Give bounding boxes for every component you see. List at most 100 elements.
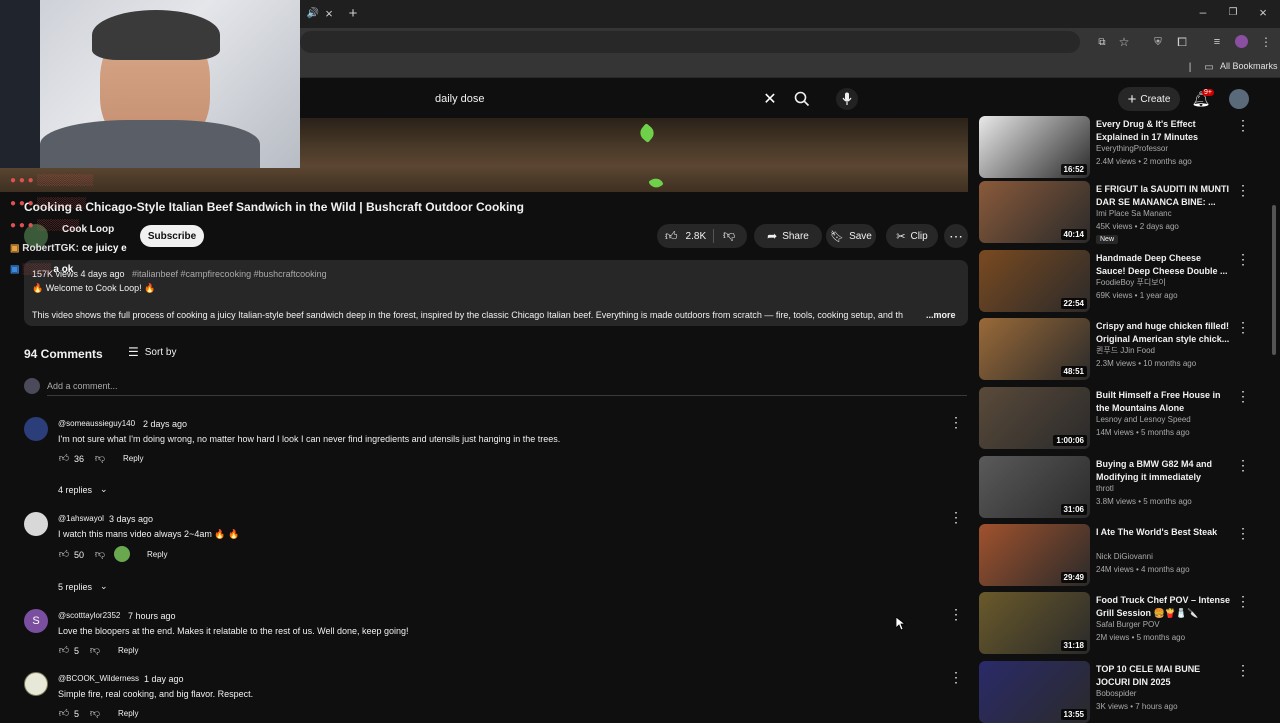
comment-time[interactable]: 7 hours ago [128, 611, 176, 621]
recommendation-thumbnail[interactable]: 22:54 [979, 250, 1090, 312]
comment-like-icon[interactable]: 👍︎ [58, 548, 70, 560]
view-replies-button[interactable]: 5 replies ⌄ [58, 581, 108, 592]
like-count[interactable]: 2.8K [686, 231, 707, 242]
comment-avatar[interactable] [24, 417, 48, 441]
all-bookmarks-label[interactable]: All Bookmarks [1220, 61, 1278, 71]
search-input[interactable]: daily dose [435, 93, 485, 105]
comment-author[interactable]: @1ahswayol [58, 514, 104, 523]
recommendation-title[interactable]: Buying a BMW G82 M4 and Modifying it imm… [1096, 458, 1231, 484]
recommendation-thumbnail[interactable]: 31:06 [979, 456, 1090, 518]
sidebar-scrollbar[interactable] [1272, 205, 1276, 355]
comment-avatar[interactable] [24, 672, 48, 696]
recommendation-menu-icon[interactable]: ⋮ [1236, 118, 1250, 132]
search-box[interactable]: daily dose [424, 87, 786, 111]
comment-reply-button[interactable]: Reply [118, 709, 138, 718]
minimize-icon[interactable]: – [1196, 4, 1210, 20]
more-actions-button[interactable]: ⋯ [944, 224, 968, 248]
profile-avatar[interactable] [1235, 35, 1248, 48]
bookmark-star-icon[interactable]: ☆ [1117, 34, 1131, 50]
comment-time[interactable]: 2 days ago [143, 419, 187, 429]
recommendation-menu-icon[interactable]: ⋮ [1236, 458, 1250, 472]
recommendation-channel[interactable]: Lesnoy and Lesnoy Speed [1096, 414, 1191, 426]
recommendation-title[interactable]: Every Drug & It's Effect Explained in 17… [1096, 118, 1231, 144]
comment-dislike-icon[interactable]: 👎︎ [89, 644, 101, 656]
comment-reply-button[interactable]: Reply [147, 550, 167, 559]
search-icon[interactable] [792, 89, 812, 109]
recommendation-thumbnail[interactable]: 16:52 [979, 116, 1090, 178]
recommendation-menu-icon[interactable]: ⋮ [1236, 389, 1250, 403]
recommendation-thumbnail[interactable]: 1:00:06 [979, 387, 1090, 449]
comment-avatar[interactable] [24, 512, 48, 536]
install-app-icon[interactable]: ⧉ [1095, 34, 1109, 50]
create-button[interactable]: + Create [1118, 87, 1180, 111]
extension-icon[interactable]: ⛨ [1151, 34, 1165, 50]
comment-time[interactable]: 3 days ago [109, 514, 153, 524]
description-box[interactable]: 157K views 4 days ago #italianbeef #camp… [24, 260, 968, 326]
comment-reply-button[interactable]: Reply [123, 454, 143, 463]
recommendation-title[interactable]: E FRIGUT la SAUDITI IN MUNTI DAR SE MANA… [1096, 183, 1231, 209]
sort-by-button[interactable]: ☰ Sort by [128, 345, 176, 359]
recommendation-title[interactable]: Food Truck Chef POV – Intense Grill Sess… [1096, 594, 1231, 620]
recommendation-menu-icon[interactable]: ⋮ [1236, 252, 1250, 266]
recommendation-channel[interactable]: Nick DiGiovanni [1096, 551, 1153, 563]
comment-menu-icon[interactable]: ⋮ [949, 607, 963, 621]
recommendation-channel[interactable]: Imi Place Sa Mananc [1096, 208, 1172, 220]
recommendation-channel[interactable]: Bobospider [1096, 688, 1136, 700]
recommendation-title[interactable]: TOP 10 CELE MAI BUNE JOCURI DIN 2025 [1096, 663, 1231, 689]
recommendation-menu-icon[interactable]: ⋮ [1236, 594, 1250, 608]
recommendation-menu-icon[interactable]: ⋮ [1236, 663, 1250, 677]
audio-icon[interactable]: 🔊 [306, 6, 320, 20]
comment-menu-icon[interactable]: ⋮ [949, 670, 963, 684]
like-icon[interactable]: 👍︎ [665, 229, 678, 244]
tab-close-icon[interactable]: × [322, 5, 336, 21]
comment-like-icon[interactable]: 👍︎ [58, 707, 70, 719]
recommendation-thumbnail[interactable]: 40:14 [979, 181, 1090, 243]
microphone-icon[interactable] [836, 88, 858, 110]
comment-author[interactable]: @BCOOK_Wilderness [58, 674, 139, 683]
recommendation-channel[interactable]: FoodieBoy 푸디보이 [1096, 277, 1166, 289]
comment-dislike-icon[interactable]: 👎︎ [94, 548, 106, 560]
description-more-link[interactable]: ...more [926, 310, 956, 320]
comment-time[interactable]: 1 day ago [144, 674, 184, 684]
comment-dislike-icon[interactable]: 👎︎ [94, 452, 106, 464]
dislike-icon[interactable]: 👎︎ [723, 228, 735, 243]
recommendation-menu-icon[interactable]: ⋮ [1236, 526, 1250, 540]
recommendation-title[interactable]: Handmade Deep Cheese Sauce! Deep Cheese … [1096, 252, 1231, 278]
browser-menu-icon[interactable]: ⋮ [1260, 34, 1272, 50]
media-control-icon[interactable]: ≡ [1210, 34, 1224, 50]
comment-author[interactable]: @someaussieguy140 [58, 419, 135, 428]
hashtags[interactable]: #italianbeef #campfirecooking #bushcraft… [132, 269, 327, 279]
subscribe-button[interactable]: Subscribe [140, 225, 204, 247]
clip-button[interactable]: ✂ Clip [886, 224, 938, 248]
share-button[interactable]: ➦ Share [754, 224, 822, 248]
recommendation-channel[interactable]: EverythingProfessor [1096, 143, 1168, 155]
save-button[interactable]: 🔖︎ Save [826, 224, 876, 248]
recommendation-channel[interactable]: throtl [1096, 483, 1114, 495]
recommendation-thumbnail[interactable]: 48:51 [979, 318, 1090, 380]
recommendation-thumbnail[interactable]: 13:55 [979, 661, 1090, 723]
new-tab-icon[interactable]: + [345, 4, 361, 22]
comment-like-icon[interactable]: 👍︎ [58, 644, 70, 656]
comment-avatar[interactable]: S [24, 609, 48, 633]
view-replies-button[interactable]: 4 replies ⌄ [58, 484, 108, 495]
recommendation-title[interactable]: I Ate The World's Best Steak [1096, 526, 1231, 539]
comment-author[interactable]: @scotttaylor2352 [58, 611, 120, 620]
clear-search-icon[interactable]: ✕ [763, 90, 777, 108]
recommendation-channel[interactable]: Safal Burger POV [1096, 619, 1160, 631]
recommendation-title[interactable]: Crispy and huge chicken filled! Original… [1096, 320, 1231, 346]
extensions-puzzle-icon[interactable]: ⧠ [1175, 34, 1189, 50]
comment-menu-icon[interactable]: ⋮ [949, 415, 963, 429]
recommendation-thumbnail[interactable]: 29:49 [979, 524, 1090, 586]
recommendation-menu-icon[interactable]: ⋮ [1236, 320, 1250, 334]
window-close-icon[interactable]: × [1256, 4, 1270, 20]
recommendation-menu-icon[interactable]: ⋮ [1236, 183, 1250, 197]
comment-dislike-icon[interactable]: 👎︎ [89, 707, 101, 719]
address-bar[interactable] [300, 31, 1080, 53]
comment-reply-button[interactable]: Reply [118, 646, 138, 655]
recommendation-thumbnail[interactable]: 31:18 [979, 592, 1090, 654]
comment-like-icon[interactable]: 👍︎ [58, 452, 70, 464]
recommendation-title[interactable]: Built Himself a Free House in the Mounta… [1096, 389, 1231, 415]
add-comment-input[interactable]: Add a comment... [47, 381, 118, 391]
comment-menu-icon[interactable]: ⋮ [949, 510, 963, 524]
recommendation-channel[interactable]: 퀸푸드 JJin Food [1096, 345, 1155, 357]
